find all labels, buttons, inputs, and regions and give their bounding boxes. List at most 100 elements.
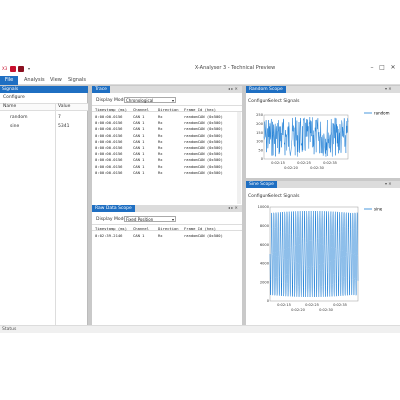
trace-row-channel[interactable]: CAN 1 [133, 151, 144, 156]
trace-row-frame-id[interactable]: randomCAN (0x500) [184, 133, 223, 138]
signal-row-random-name[interactable]: random [10, 115, 27, 120]
random-x-tick-label: 0:02:25 [297, 161, 311, 165]
trace-row-channel[interactable]: CAN 1 [133, 114, 144, 119]
trace-row-frame-id[interactable]: randomCAN (0x500) [184, 114, 223, 119]
trace-row-timestamp[interactable]: 0:00:00.0156 [95, 151, 122, 156]
trace-row-timestamp[interactable]: 0:00:00.0156 [95, 170, 122, 175]
trace-row-frame-id[interactable]: randomCAN (0x500) [184, 151, 223, 156]
trace-row-channel[interactable]: CAN 1 [133, 139, 144, 144]
random-y-axis: 250 200 150 100 50 0 [256, 113, 264, 161]
quick-access-record-icon[interactable] [10, 66, 16, 72]
trace-row-direction[interactable]: Rx [158, 114, 163, 119]
trace-row-frame-id[interactable]: randomCAN (0x500) [184, 139, 223, 144]
random-y-tick-label: 100 [256, 140, 264, 144]
trace-scrollbar[interactable] [237, 112, 241, 204]
trace-row-direction[interactable]: Rx [158, 126, 163, 131]
random-x-tick-label: 0:02:20 [284, 166, 299, 170]
trace-row-channel[interactable]: CAN 1 [133, 133, 144, 138]
tab-random-scope[interactable]: Random Scope [246, 86, 286, 93]
trace-row-direction[interactable]: Rx [158, 145, 163, 150]
maximize-button[interactable]: □ [378, 64, 386, 71]
trace-row-timestamp[interactable]: 0:00:00.0156 [95, 157, 122, 162]
trace-row-channel[interactable]: CAN 1 [133, 145, 144, 150]
trace-row-direction[interactable]: Rx [158, 164, 163, 169]
raw-display-mode-select[interactable]: Fixed Position ▾ [124, 216, 176, 222]
trace-row-direction[interactable]: Rx [158, 139, 163, 144]
trace-row-timestamp[interactable]: 0:00:00.0156 [95, 126, 122, 131]
raw-row-timestamp[interactable]: 0:02:39.2146 [95, 233, 122, 238]
raw-col-channel: Channel [133, 226, 150, 231]
signals-col-name: Name [3, 104, 17, 109]
tab-trace[interactable]: Trace [92, 86, 110, 93]
signals-configure-button[interactable]: Configure [3, 95, 25, 100]
trace-row-direction[interactable]: Rx [158, 157, 163, 162]
tab-sine-scope[interactable]: Sine Scope [246, 181, 277, 188]
trace-display-mode-select[interactable]: Chronological ▾ [124, 97, 176, 103]
sine-x-tick-label: 0:02:15 [277, 303, 291, 307]
close-button[interactable]: ✕ [389, 64, 397, 71]
sine-y-tick-label: 4000 [260, 262, 270, 266]
signal-row-random-value: 7 [58, 115, 61, 120]
signals-col-value: Value [58, 104, 71, 109]
minimize-button[interactable]: – [368, 64, 376, 71]
trace-row-channel[interactable]: CAN 1 [133, 157, 144, 162]
trace-display-mode-label: Display Mode [96, 98, 127, 103]
trace-row-frame-id[interactable]: randomCAN (0x500) [184, 157, 223, 162]
sine-x-tick-label: 0:02:25 [305, 303, 319, 307]
random-y-tick-label: 250 [256, 113, 264, 117]
raw-panel-controls-icon[interactable]: ◂ ▸ ✕ [228, 205, 238, 210]
raw-row-channel[interactable]: CAN 1 [133, 233, 144, 238]
trace-row-direction[interactable]: Rx [158, 133, 163, 138]
signal-row-sine-name[interactable]: sine [10, 124, 19, 129]
trace-row-timestamp[interactable]: 0:00:00.0156 [95, 133, 122, 138]
random-configure-button[interactable]: Configure [248, 99, 270, 104]
trace-row-direction[interactable]: Rx [158, 170, 163, 175]
sine-scope-chart[interactable]: 1000080006000400020000 0:02:15 0:02:25 0:0… [248, 203, 398, 323]
trace-panel-controls-icon[interactable]: ◂ ▸ ✕ [228, 86, 238, 91]
trace-row-channel[interactable]: CAN 1 [133, 164, 144, 169]
random-scope-chart[interactable]: 250200150100500 0:02:15 0:02:25 0:02:350:0… [248, 107, 398, 177]
quick-access-stop-icon[interactable] [18, 66, 24, 72]
trace-row-channel[interactable]: CAN 1 [133, 126, 144, 131]
trace-row-frame-id[interactable]: randomCAN (0x500) [184, 145, 223, 150]
trace-row-channel[interactable]: CAN 1 [133, 170, 144, 175]
trace-row-timestamp[interactable]: 0:00:00.0156 [95, 120, 122, 125]
random-x-tick-label: 0:02:35 [323, 161, 337, 165]
trace-row-frame-id[interactable]: randomCAN (0x500) [184, 170, 223, 175]
menu-view[interactable]: View [50, 76, 62, 84]
raw-row-frame-id[interactable]: randomCAN (0x500) [184, 233, 223, 238]
status-text: Status [2, 327, 17, 332]
trace-row-frame-id[interactable]: randomCAN (0x500) [184, 164, 223, 169]
random-panel-controls-icon[interactable]: ▾ ✕ [385, 86, 392, 91]
sine-configure-button[interactable]: Configure [248, 194, 270, 199]
raw-col-timestamp: Timestamp (ms) [95, 226, 128, 231]
trace-row-direction[interactable]: Rx [158, 120, 163, 125]
trace-row-timestamp[interactable]: 0:00:00.0156 [95, 139, 122, 144]
raw-row-direction[interactable]: Rx [158, 233, 163, 238]
trace-row-timestamp[interactable]: 0:00:00.0156 [95, 114, 122, 119]
trace-row-frame-id[interactable]: randomCAN (0x500) [184, 126, 223, 131]
random-y-tick-label: 150 [256, 131, 264, 135]
trace-row-timestamp[interactable]: 0:00:00.0156 [95, 164, 122, 169]
sine-y-tick-label: 10000 [258, 205, 270, 209]
app-logo: X3 [2, 66, 8, 71]
trace-row-channel[interactable]: CAN 1 [133, 120, 144, 125]
quick-access-dropdown-icon[interactable]: ▾ [28, 66, 30, 71]
trace-row-direction[interactable]: Rx [158, 151, 163, 156]
raw-display-mode-value: Fixed Position [126, 217, 154, 222]
tab-raw-data-scope[interactable]: Raw Data Scope [92, 205, 135, 212]
sine-x-tick-label: 0:02:35 [333, 303, 347, 307]
trace-row-frame-id[interactable]: randomCAN (0x500) [184, 120, 223, 125]
menu-signals[interactable]: Signals [68, 76, 86, 84]
file-menu-button[interactable]: File [0, 76, 18, 85]
chevron-down-icon: ▾ [171, 217, 174, 222]
trace-row-timestamp[interactable]: 0:00:00.0156 [95, 145, 122, 150]
random-legend-label: random [374, 111, 390, 116]
random-select-signals-button[interactable]: Select Signals [268, 99, 299, 104]
trace-tabstrip [92, 86, 242, 93]
sine-select-signals-button[interactable]: Select Signals [268, 194, 299, 199]
status-bar: Status [0, 325, 400, 333]
sine-panel-controls-icon[interactable]: ▾ ✕ [385, 181, 392, 186]
trace-col-timestamp: Timestamp (ms) [95, 107, 128, 112]
menu-analysis[interactable]: Analysis [24, 76, 45, 84]
